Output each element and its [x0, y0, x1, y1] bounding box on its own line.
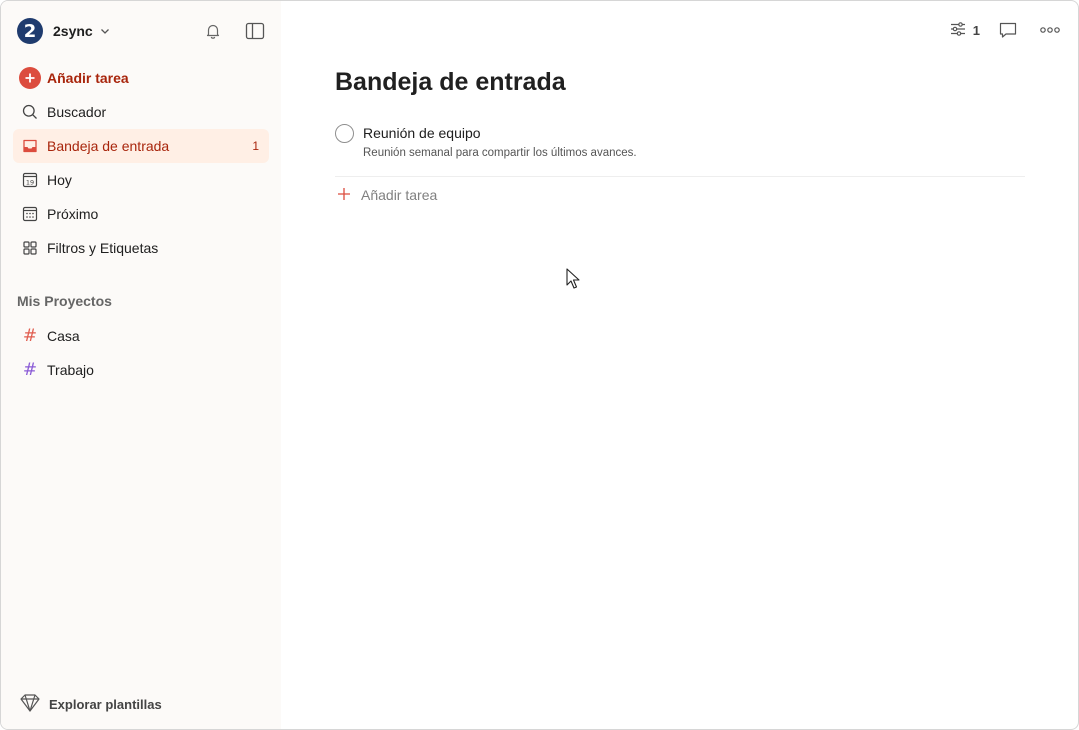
more-options-icon[interactable]: [1036, 16, 1064, 44]
view-options-button[interactable]: 1: [949, 20, 980, 41]
calendar-day-number: 19: [26, 178, 34, 186]
task-title[interactable]: Reunión de equipo: [363, 123, 637, 144]
comment-icon[interactable]: [994, 16, 1022, 44]
app-window: 2 2sync Añadir tarea Buscador Bandeja de…: [0, 0, 1079, 730]
project-label: Casa: [47, 328, 80, 344]
sidebar: 2 2sync Añadir tarea Buscador Bandeja de…: [1, 1, 281, 729]
projects-list: # Casa # Trabajo: [13, 319, 269, 387]
projects-section-title[interactable]: Mis Proyectos: [17, 293, 112, 309]
sidebar-item-label: Filtros y Etiquetas: [47, 240, 159, 256]
add-task-button[interactable]: Añadir tarea: [13, 61, 269, 95]
sidebar-nav: Añadir tarea Buscador Bandeja de entrada…: [13, 61, 269, 265]
sliders-icon: [949, 20, 967, 41]
sidebar-item-inbox[interactable]: Bandeja de entrada 1: [13, 129, 269, 163]
sidebar-item-search[interactable]: Buscador: [13, 95, 269, 129]
main-content: 1 Bandeja de entrada Reunión de equipo R…: [281, 1, 1078, 729]
inline-add-task-button[interactable]: Añadir tarea: [337, 185, 437, 205]
sidebar-header: 2 2sync: [17, 16, 269, 46]
sidebar-item-label: Bandeja de entrada: [47, 138, 170, 154]
avatar[interactable]: 2: [17, 18, 43, 44]
calendar-today-icon: 19: [19, 169, 41, 191]
task-divider: [335, 176, 1025, 177]
explore-templates-button[interactable]: Explorar plantillas: [19, 693, 162, 715]
plus-icon: [337, 187, 351, 204]
search-icon: [19, 101, 41, 123]
inbox-count-badge: 1: [252, 139, 259, 153]
task-item[interactable]: Reunión de equipo Reunión semanal para c…: [335, 123, 1025, 159]
sidebar-item-label: Buscador: [47, 104, 107, 120]
project-label: Trabajo: [47, 362, 94, 378]
mouse-cursor-icon: [566, 268, 580, 295]
sidebar-item-upcoming[interactable]: Próximo: [13, 197, 269, 231]
project-item-trabajo[interactable]: # Trabajo: [13, 353, 269, 387]
sidebar-item-filters[interactable]: Filtros y Etiquetas: [13, 231, 269, 265]
view-count: 1: [972, 22, 980, 38]
sidebar-item-label: Próximo: [47, 206, 99, 222]
explore-templates-label: Explorar plantillas: [49, 696, 162, 712]
page-title: Bandeja de entrada: [335, 68, 566, 96]
filters-icon: [19, 237, 41, 259]
chevron-down-icon[interactable]: [99, 25, 111, 37]
inline-add-task-label: Añadir tarea: [361, 187, 438, 203]
task-description: Reunión semanal para compartir los últim…: [363, 147, 637, 159]
avatar-text: 2: [23, 20, 37, 42]
top-actions: 1: [949, 16, 1064, 44]
user-name[interactable]: 2sync: [53, 23, 93, 39]
hash-icon: #: [22, 360, 38, 380]
inbox-icon: [19, 135, 41, 157]
calendar-grid-icon: [19, 203, 41, 225]
add-task-label: Añadir tarea: [47, 70, 129, 86]
bell-icon[interactable]: [199, 17, 227, 45]
task-checkbox[interactable]: [335, 124, 354, 143]
sidebar-item-label: Hoy: [47, 172, 72, 188]
plus-circle-icon: [19, 67, 41, 89]
sidebar-item-today[interactable]: 19 Hoy: [13, 163, 269, 197]
hash-icon: #: [22, 326, 38, 346]
project-item-casa[interactable]: # Casa: [13, 319, 269, 353]
sidebar-toggle-icon[interactable]: [241, 17, 269, 45]
templates-icon: [19, 693, 41, 716]
